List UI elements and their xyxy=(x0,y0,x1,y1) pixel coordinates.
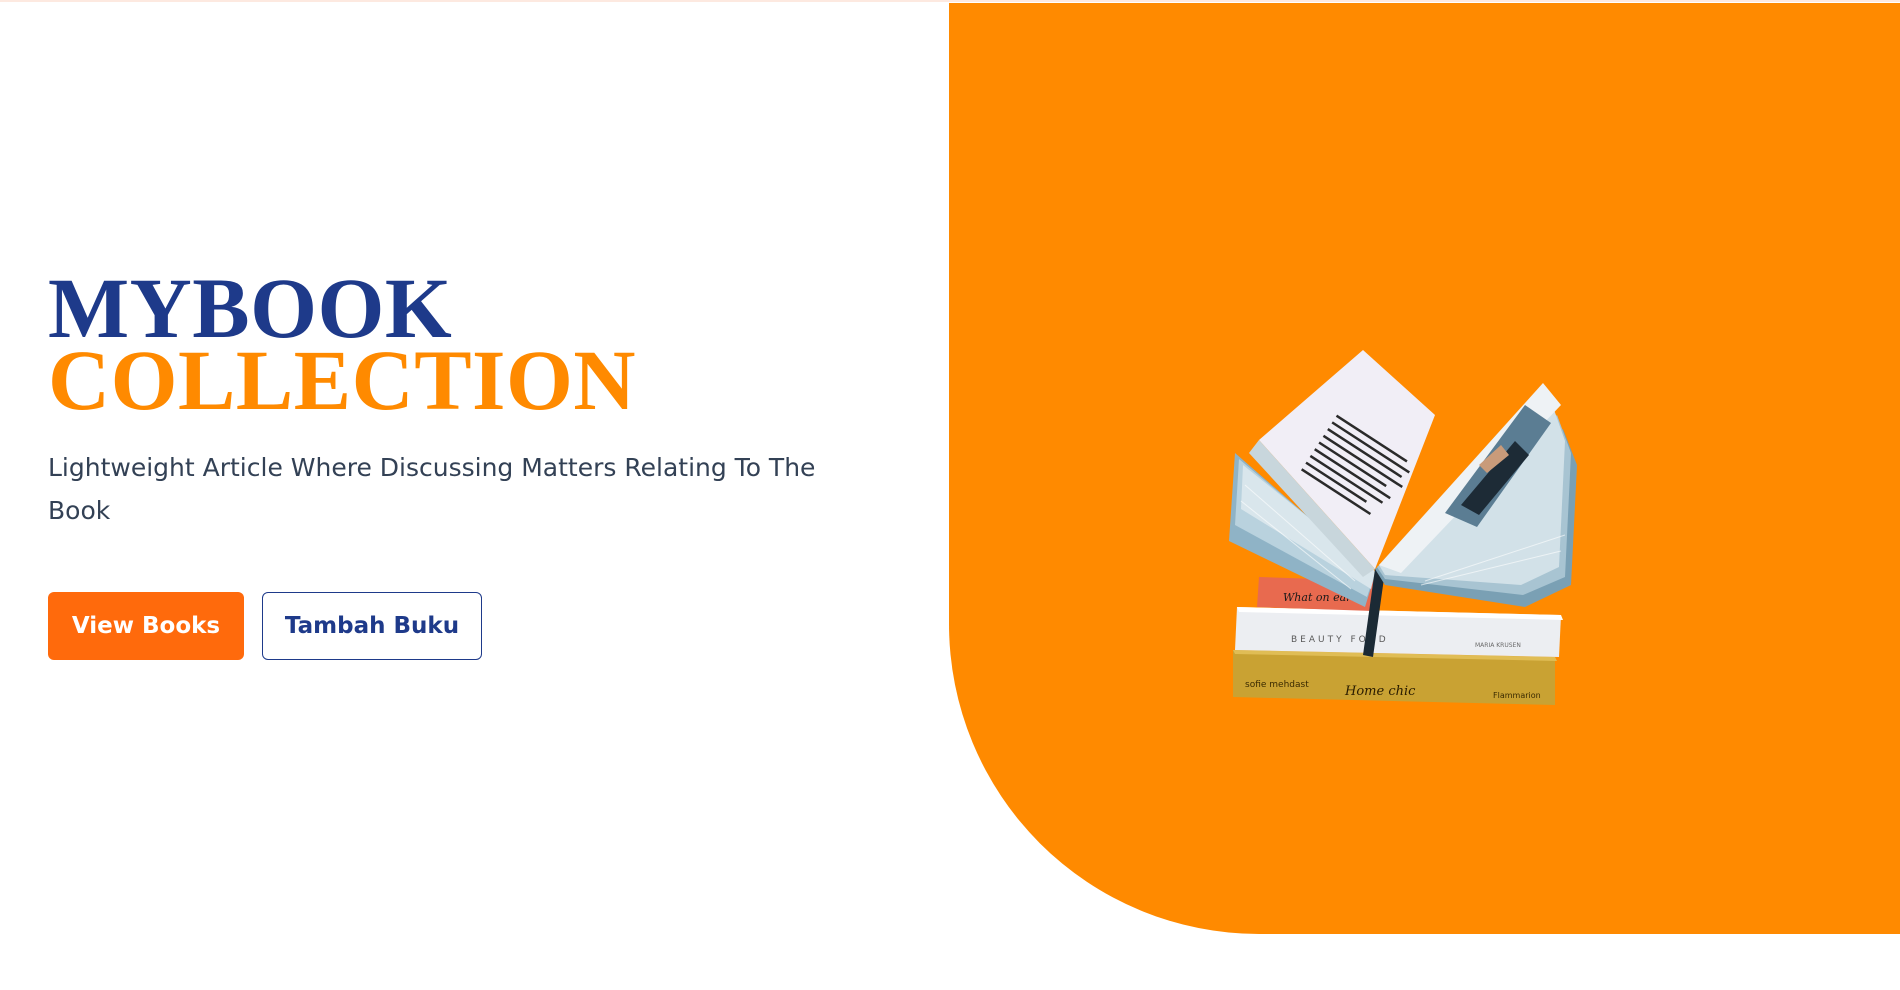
tambah-buku-button[interactable]: Tambah Buku xyxy=(262,592,482,660)
svg-text:sofie mehdast: sofie mehdast xyxy=(1245,680,1309,690)
view-books-button[interactable]: View Books xyxy=(48,592,244,660)
svg-text:Flammarion: Flammarion xyxy=(1493,691,1541,700)
hero-subtitle: Lightweight Article Where Discussing Mat… xyxy=(48,453,816,525)
hero-section: MYBOOK COLLECTION Lightweight Article Wh… xyxy=(0,0,1900,990)
top-divider xyxy=(0,0,1900,2)
white-book: BEAUTY FOOD MARIA KRUSEN xyxy=(1235,607,1563,657)
open-book-stack-illustration: sofie mehdast Home chic Flammarion BEAUT… xyxy=(1229,350,1577,705)
svg-text:MARIA KRUSEN: MARIA KRUSEN xyxy=(1475,642,1521,649)
bottom-book: sofie mehdast Home chic Flammarion xyxy=(1233,650,1557,705)
bottom-book-label: Home chic xyxy=(1344,684,1416,699)
hero-buttons: View Books Tambah Buku xyxy=(48,592,888,660)
hero-content: MYBOOK COLLECTION Lightweight Article Wh… xyxy=(48,265,888,660)
hero-title-line-2: COLLECTION xyxy=(48,332,637,428)
